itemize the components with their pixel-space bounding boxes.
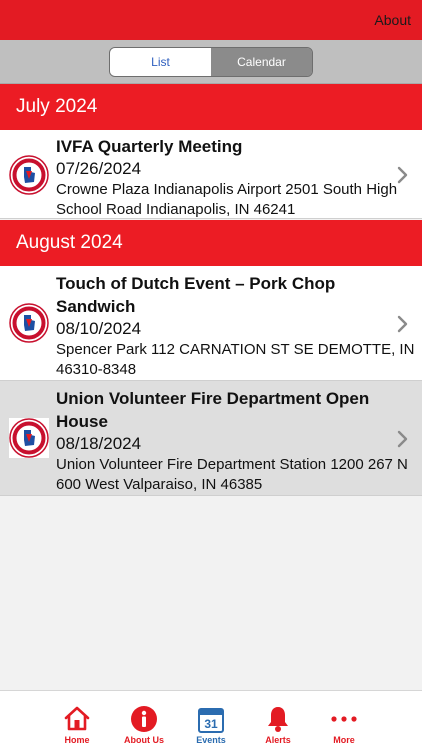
info-icon (131, 706, 157, 732)
section-header-august: August 2024 (0, 220, 422, 266)
tab-events-label: Events (196, 735, 226, 745)
chevron-right-icon (397, 315, 408, 333)
more-dots-icon (331, 716, 357, 722)
chevron-right-icon (397, 166, 408, 184)
event-text: Touch of Dutch Event – Pork Chop Sandwic… (56, 272, 418, 380)
segment-strip: List Calendar (0, 40, 422, 84)
view-toggle: List Calendar (109, 47, 313, 77)
event-location: Spencer Park 112 CARNATION ST SE DEMOTTE… (56, 341, 415, 378)
section-header-july: July 2024 (0, 84, 422, 130)
tab-home-label: Home (64, 735, 90, 745)
event-location: Crowne Plaza Indianapolis Airport 2501 S… (56, 181, 398, 218)
calendar-day: 31 (204, 717, 218, 731)
event-location: Union Volunteer Fire Department Station … (56, 456, 408, 493)
home-icon (64, 706, 90, 731)
ivfa-logo-icon (9, 303, 49, 343)
calendar-icon: 31 (198, 708, 224, 733)
event-title: Union Volunteer Fire Department Open Hou… (56, 389, 370, 431)
tab-more-label: More (333, 735, 355, 745)
tab-home[interactable]: Home (42, 691, 112, 750)
ivfa-logo-icon (9, 418, 49, 458)
event-title: IVFA Quarterly Meeting (56, 137, 243, 156)
calendar-tab[interactable]: Calendar (211, 48, 312, 76)
tab-more[interactable]: More (309, 691, 379, 750)
bottom-tab-bar: Home About Us 31 Events Alerts More (0, 690, 422, 750)
chevron-right-icon (397, 430, 408, 448)
event-text: Union Volunteer Fire Department Open Hou… (56, 387, 418, 495)
tab-events[interactable]: 31 Events (176, 691, 246, 750)
event-row-selected[interactable]: Union Volunteer Fire Department Open Hou… (0, 381, 422, 496)
event-title: Touch of Dutch Event – Pork Chop Sandwic… (56, 274, 336, 316)
event-date: 08/10/2024 (56, 319, 142, 338)
event-date: 07/26/2024 (56, 159, 142, 178)
about-link[interactable]: About (374, 12, 411, 28)
list-tab[interactable]: List (110, 48, 211, 76)
bell-icon (268, 707, 288, 732)
event-date: 08/18/2024 (56, 434, 142, 453)
tab-alerts[interactable]: Alerts (243, 691, 313, 750)
event-text: IVFA Quarterly Meeting 07/26/2024 Crowne… (56, 135, 418, 220)
event-row[interactable]: Touch of Dutch Event – Pork Chop Sandwic… (0, 266, 422, 381)
top-bar: About (0, 0, 422, 40)
tab-alerts-label: Alerts (265, 735, 291, 745)
event-row[interactable]: IVFA Quarterly Meeting 07/26/2024 Crowne… (0, 130, 422, 219)
tab-about-us-label: About Us (124, 735, 164, 745)
tab-about-us[interactable]: About Us (109, 691, 179, 750)
ivfa-logo-icon (9, 155, 49, 195)
